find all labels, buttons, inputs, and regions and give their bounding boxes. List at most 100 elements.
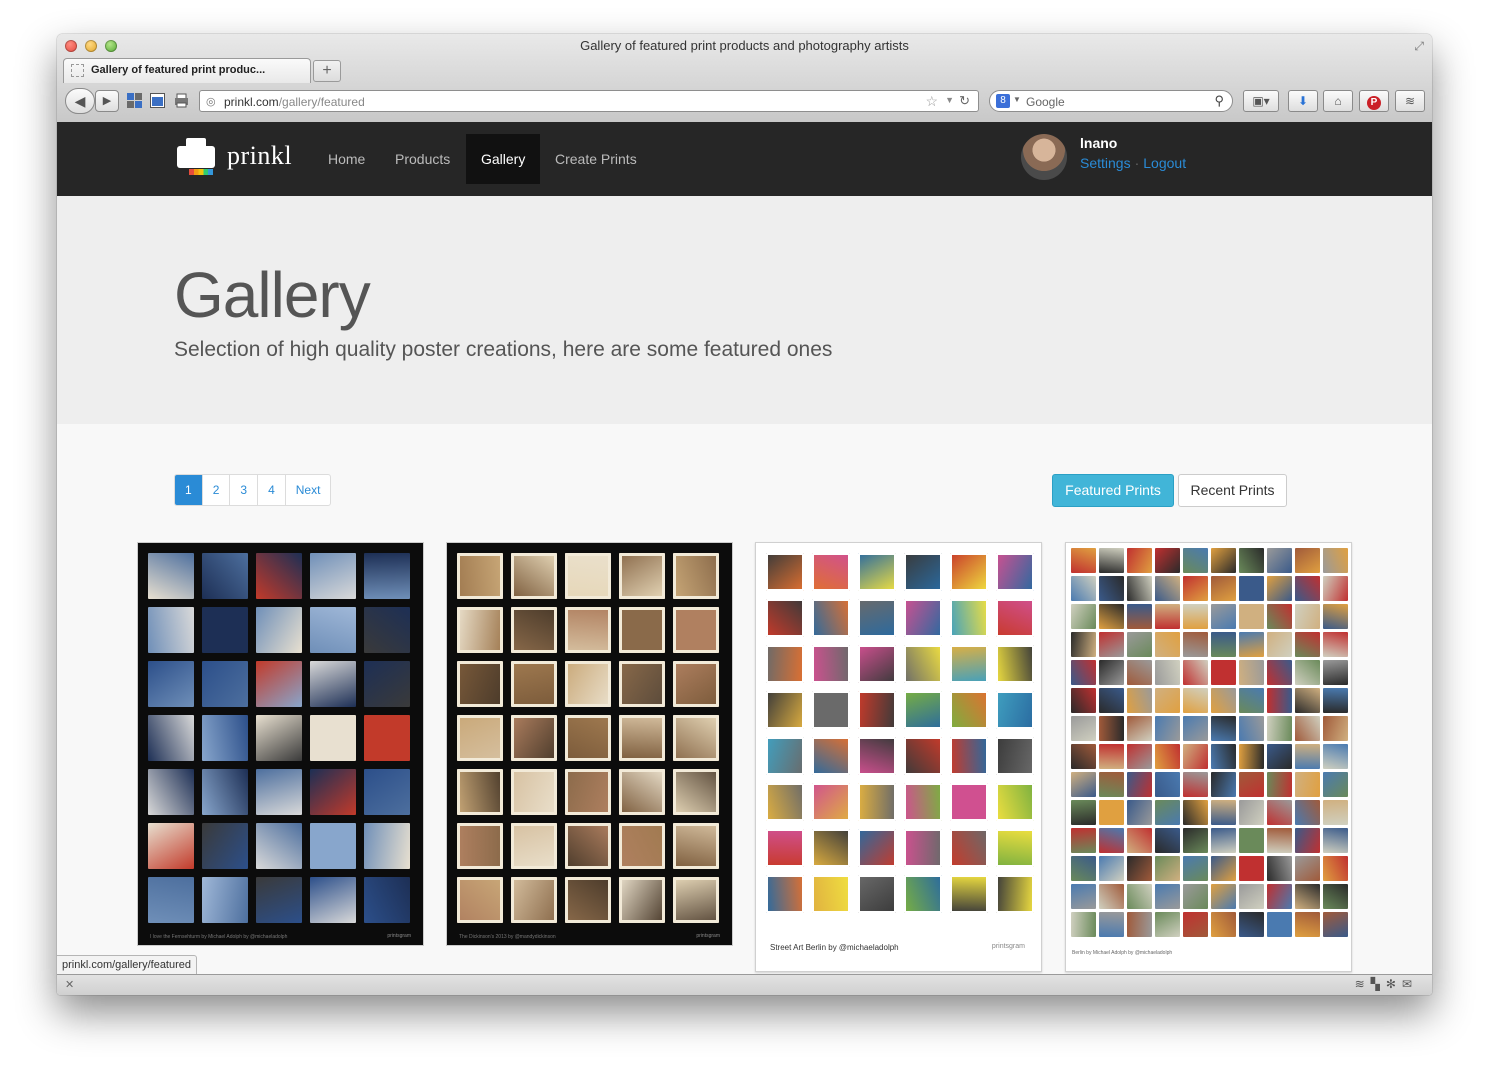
settings-link[interactable]: Settings [1080, 155, 1131, 171]
poster-photo-thumbnail [1071, 912, 1096, 937]
poster-photo-thumbnail [996, 875, 1034, 913]
site-identity-icon[interactable]: ◎ [206, 95, 216, 108]
poster-caption: I love the Fernsehturm by Michael Adolph… [150, 934, 288, 940]
poster-photo-thumbnail [1211, 660, 1236, 685]
search-icon[interactable]: ⚲ [1214, 93, 1224, 109]
poster-photo-thumbnail [1295, 576, 1320, 601]
poster-photo-thumbnail [996, 737, 1034, 775]
reload-icon[interactable]: ↻ [959, 93, 970, 109]
poster-photo-thumbnail [256, 715, 302, 761]
print-icon[interactable] [174, 93, 189, 108]
poster-photo-thumbnail [1295, 548, 1320, 573]
fullscreen-icon[interactable]: ⤢ [1414, 39, 1424, 54]
poster-photo-thumbnail [904, 737, 942, 775]
poster-photo-thumbnail [1071, 800, 1096, 825]
poster-photo-thumbnail [1295, 688, 1320, 713]
page-4-link[interactable]: 4 [258, 475, 286, 505]
nav-products[interactable]: Products [395, 122, 450, 196]
poster-photo-thumbnail [766, 553, 804, 591]
poster-photo-thumbnail [812, 829, 850, 867]
search-input[interactable]: Google [1026, 95, 1065, 109]
page-3-link[interactable]: 3 [230, 475, 259, 505]
home-button[interactable]: ⌂ [1323, 90, 1353, 112]
tile-view-icon[interactable] [127, 93, 142, 108]
poster-photo-thumbnail [1183, 772, 1208, 797]
gallery-poster-1[interactable]: I love the Fernsehturm by Michael Adolph… [137, 542, 424, 946]
poster-photo-thumbnail [1155, 912, 1180, 937]
poster-photo-thumbnail [1099, 632, 1124, 657]
addon-icons[interactable]: ≋▚✻✉ [1355, 977, 1418, 991]
poster-photo-thumbnail [950, 829, 988, 867]
bookmark-star-icon[interactable]: ☆ [925, 93, 938, 110]
recent-prints-button[interactable]: Recent Prints [1178, 474, 1287, 507]
poster-photo-thumbnail [1127, 856, 1152, 881]
search-bar[interactable]: 8 ▼ Google ⚲ [989, 90, 1233, 112]
downloads-button[interactable]: ⬇ [1288, 90, 1318, 112]
poster-photo-thumbnail [1323, 660, 1348, 685]
buffer-button[interactable]: ≋ [1395, 90, 1425, 112]
nav-home[interactable]: Home [328, 122, 365, 196]
gallery-poster-3[interactable]: Street Art Berlin by @michaeladolph prin… [755, 542, 1042, 972]
poster-photo-thumbnail [1211, 604, 1236, 629]
poster-photo-thumbnail [1267, 828, 1292, 853]
poster-photo-thumbnail [1295, 884, 1320, 909]
poster-photo-thumbnail [565, 553, 611, 599]
prinkl-logo[interactable]: prinkl [177, 138, 297, 182]
poster-photo-thumbnail [1323, 884, 1348, 909]
poster-photo-thumbnail [858, 553, 896, 591]
forward-button[interactable]: ▶ [95, 90, 119, 112]
window-view-icon[interactable] [150, 93, 165, 108]
poster-photo-thumbnail [1127, 884, 1152, 909]
poster-photo-thumbnail [364, 769, 410, 815]
poster-photo-thumbnail [364, 607, 410, 653]
pinterest-button[interactable]: P [1359, 90, 1389, 112]
close-addon-bar-icon[interactable]: ✕ [65, 978, 74, 991]
new-tab-button[interactable]: + [313, 60, 341, 82]
layers-icon: ≋ [1404, 94, 1416, 108]
poster-photo-thumbnail [950, 645, 988, 683]
poster-photo-thumbnail [1211, 744, 1236, 769]
next-page-link[interactable]: Next [286, 475, 331, 505]
poster-photo-thumbnail [1323, 632, 1348, 657]
poster-photo-thumbnail [457, 769, 503, 815]
poster-photo-thumbnail [1155, 884, 1180, 909]
poster-photo-thumbnail [1211, 884, 1236, 909]
poster-photo-thumbnail [1099, 772, 1124, 797]
poster-photo-thumbnail [1155, 828, 1180, 853]
poster-photo-thumbnail [858, 875, 896, 913]
browser-tab[interactable]: Gallery of featured print produc... [63, 58, 311, 83]
tile-icon[interactable]: ▚ [1371, 977, 1386, 991]
screenshot-addon-button[interactable]: ▣▾ [1243, 90, 1279, 112]
poster-photo-thumbnail [1211, 716, 1236, 741]
nav-gallery[interactable]: Gallery [481, 122, 525, 196]
mail-icon[interactable]: ✉ [1402, 977, 1418, 991]
poster-photo-thumbnail [1239, 884, 1264, 909]
poster-photo-thumbnail [996, 829, 1034, 867]
poster-photo-thumbnail [1323, 744, 1348, 769]
history-dropdown-icon[interactable]: ▼ [945, 95, 954, 105]
gallery-poster-4[interactable]: Berlin by Michael Adolph by @michaeladol… [1065, 542, 1352, 972]
page-2-link[interactable]: 2 [203, 475, 231, 505]
search-engine-icon[interactable]: 8 [996, 94, 1010, 108]
poster-photo-thumbnail [812, 645, 850, 683]
gallery-poster-2[interactable]: The Dickinson's 2013 by @mandydickinson … [446, 542, 733, 946]
featured-prints-button[interactable]: Featured Prints [1052, 474, 1174, 507]
logo-color-stripes [189, 169, 213, 175]
address-bar[interactable]: ◎ prinkl.com/gallery/featured ☆ ▼ ↻ [199, 90, 979, 112]
page-1-link[interactable]: 1 [175, 475, 203, 505]
search-engine-dropdown-icon[interactable]: ▼ [1013, 95, 1021, 104]
poster-photo-thumbnail [1155, 800, 1180, 825]
logout-link[interactable]: Logout [1143, 155, 1186, 171]
poster-photo-thumbnail [202, 661, 248, 707]
poster-photo-thumbnail [1323, 772, 1348, 797]
poster-photo-thumbnail [1323, 548, 1348, 573]
user-avatar[interactable] [1021, 134, 1067, 180]
poster-photo-thumbnail [766, 783, 804, 821]
back-button[interactable]: ◀ [65, 88, 95, 114]
snowflake-icon[interactable]: ✻ [1386, 977, 1402, 991]
nav-create-prints[interactable]: Create Prints [555, 122, 637, 196]
poster-caption: Street Art Berlin by @michaeladolph [770, 943, 899, 952]
poster-photo-thumbnail [310, 553, 356, 599]
layers-icon[interactable]: ≋ [1355, 977, 1371, 991]
poster-photo-thumbnail [904, 829, 942, 867]
